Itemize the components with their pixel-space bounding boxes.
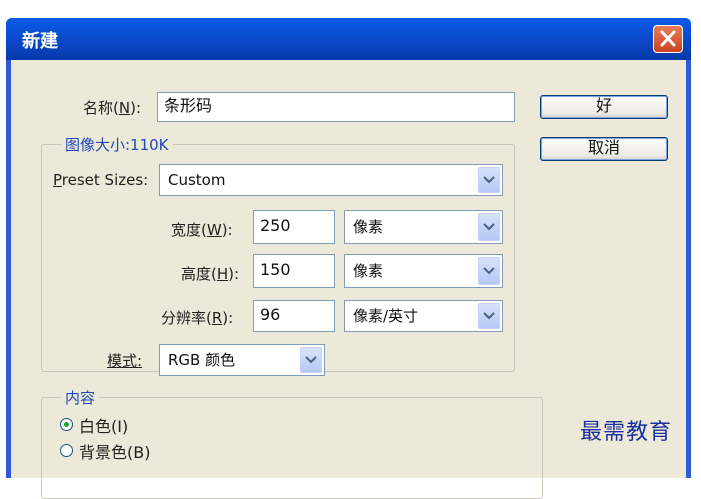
chevron-down-icon[interactable] <box>300 347 322 373</box>
dialog-title: 新建 <box>22 31 58 52</box>
radio-white[interactable] <box>60 418 73 431</box>
height-input[interactable]: 150 <box>253 254 335 288</box>
height-label: 高度(H): <box>181 265 240 283</box>
name-label: 名称(N): <box>83 99 141 117</box>
width-label: 宽度(W): <box>171 221 233 239</box>
watermark-text: 最需教育 <box>580 420 673 445</box>
height-unit-select[interactable]: 像素 <box>344 254 503 288</box>
preset-sizes-value: Custom <box>168 171 226 189</box>
cancel-button[interactable]: 取消 <box>540 137 668 161</box>
mode-label: 模式: <box>107 352 143 370</box>
width-unit-value: 像素 <box>353 218 384 236</box>
radio-selected-dot <box>64 422 69 427</box>
mode-value: RGB 颜色 <box>168 351 236 369</box>
preset-sizes-label: Preset Sizes: <box>53 171 149 189</box>
resolution-label: 分辨率(R): <box>161 309 234 327</box>
resolution-unit-select[interactable]: 像素/英寸 <box>344 300 503 332</box>
radio-background[interactable] <box>60 444 73 457</box>
resolution-unit-value: 像素/英寸 <box>353 307 419 325</box>
radio-white-label: 白色(I) <box>79 417 129 436</box>
close-button[interactable] <box>653 25 683 53</box>
height-unit-value: 像素 <box>353 262 384 280</box>
chevron-down-icon[interactable] <box>478 167 500 193</box>
new-document-dialog: 新建 名称(N): 条形码 好 取消 图像大小:110K Preset Size… <box>6 18 691 499</box>
preset-sizes-select[interactable]: Custom <box>159 164 503 196</box>
image-size-legend: 图像大小:110K <box>61 134 173 155</box>
contents-legend: 内容 <box>61 387 100 408</box>
width-input[interactable]: 250 <box>253 210 335 244</box>
width-unit-select[interactable]: 像素 <box>344 210 503 244</box>
chevron-down-icon[interactable] <box>478 303 500 329</box>
chevron-down-icon[interactable] <box>478 213 500 241</box>
radio-background-label: 背景色(B) <box>79 443 151 462</box>
resolution-input[interactable]: 96 <box>253 300 335 332</box>
chevron-down-icon[interactable] <box>478 257 500 285</box>
close-icon <box>660 30 676 47</box>
ok-button[interactable]: 好 <box>540 95 668 119</box>
mode-select[interactable]: RGB 颜色 <box>159 344 325 376</box>
title-bar[interactable]: 新建 <box>6 18 691 60</box>
name-input[interactable]: 条形码 <box>157 92 515 122</box>
